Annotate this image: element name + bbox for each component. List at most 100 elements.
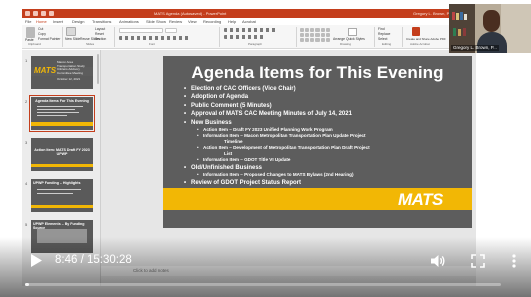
reset-button[interactable]: Reset <box>95 32 104 36</box>
webcam-book <box>458 29 461 36</box>
agenda-item: Adoption of Agenda <box>184 93 469 102</box>
tab-view[interactable]: View <box>188 18 197 25</box>
tab-recording[interactable]: Recording <box>203 18 221 25</box>
webcam-book <box>464 14 467 20</box>
current-slide[interactable]: Agenda Items for This Evening Election o… <box>163 56 472 228</box>
webcam-book <box>452 12 455 20</box>
tab-help[interactable]: Help <box>228 18 236 25</box>
thumbnail-title: UPWP Funding – Highlights <box>33 181 81 185</box>
more-options-icon[interactable] <box>509 253 519 269</box>
arrange-button[interactable]: Arrange <box>333 37 345 41</box>
copy-button[interactable]: Copy <box>38 32 46 36</box>
tab-review[interactable]: Review <box>169 18 182 25</box>
agenda-sub-item: Information Item – Proposed Changes to M… <box>184 172 469 178</box>
tab-file[interactable]: File <box>25 18 31 25</box>
ribbon-divider <box>114 27 115 47</box>
new-slide-icon[interactable] <box>66 27 76 36</box>
alignment-buttons[interactable] <box>224 35 264 39</box>
thumbnail-number: 2 <box>25 99 28 104</box>
group-label-adobe-acrobat: Adobe Acrobat <box>410 42 430 46</box>
slide-title: Agenda Items for This Evening <box>191 63 444 82</box>
tab-animations[interactable]: Animations <box>119 18 139 25</box>
autosave-icon[interactable] <box>25 11 30 16</box>
agenda-item: Approval of MATS CAC Meeting Minutes of … <box>184 110 469 119</box>
group-label-paragraph: Paragraph <box>248 42 263 46</box>
time-display: 8:46 / 15:30:28 <box>55 252 132 268</box>
thumbnail-band <box>31 122 93 126</box>
group-label-editing: Editing <box>382 42 392 46</box>
font-format-buttons[interactable] <box>119 36 189 40</box>
thumbnail-title: Macon Area Transportation Study Citizens… <box>57 60 85 75</box>
ribbon-divider <box>62 27 63 47</box>
thumbnail-logo: MATS <box>34 66 57 75</box>
cut-button[interactable]: Cut <box>38 27 43 31</box>
agenda-list: Election of CAC Officers (Vice Chair)Ado… <box>184 85 469 188</box>
tab-acrobat[interactable]: Acrobat <box>242 18 256 25</box>
save-icon[interactable] <box>33 11 38 16</box>
create-share-pdf-button[interactable]: Create and Share Adobe PDF <box>406 37 446 41</box>
thumbnail-number: 3 <box>25 140 28 145</box>
thumbnail-date: October 12, 2021 <box>57 77 81 81</box>
webcam-overlay: Gregory L. Brown, P... <box>449 4 531 53</box>
ribbon-divider <box>374 27 375 47</box>
redo-icon[interactable] <box>49 11 54 16</box>
format-painter-button[interactable]: Format Painter <box>38 37 60 41</box>
find-button[interactable]: Find <box>378 27 385 31</box>
thumbnail-text-line <box>37 189 81 190</box>
ribbon: Paste Cut Copy Format Painter Clipboard … <box>22 25 476 49</box>
webcam-book <box>463 28 466 36</box>
thumbnail-text-line <box>37 112 79 113</box>
thumbnail-text-line <box>37 109 75 110</box>
webcam-book <box>453 28 456 36</box>
thumbnail-scrollbar[interactable] <box>97 54 99 84</box>
progress-fill <box>25 283 30 286</box>
adobe-pdf-icon[interactable] <box>412 27 420 36</box>
progress-bar[interactable] <box>25 283 501 286</box>
font-name-box[interactable] <box>119 28 163 33</box>
paragraph-buttons[interactable] <box>224 28 276 32</box>
thumbnail-title: Action Item: MATS Draft FY 2023 UPWP <box>34 148 90 156</box>
agenda-item: Old/Unfinished Business <box>184 164 469 173</box>
shapes-gallery[interactable] <box>300 28 330 42</box>
section-button[interactable]: Section <box>95 37 106 41</box>
agenda-item: Election of CAC Officers (Vice Chair) <box>184 85 469 94</box>
ribbon-tabs: File Home Insert Design Transitions Anim… <box>22 18 476 26</box>
quick-styles-icon[interactable] <box>348 28 357 36</box>
undo-icon[interactable] <box>41 11 46 16</box>
slide-thumbnail[interactable]: Action Item: MATS Draft FY 2023 UPWP <box>31 138 93 171</box>
agenda-item: New Business <box>184 119 469 128</box>
tab-insert[interactable]: Insert <box>53 18 63 25</box>
ribbon-divider <box>296 27 297 47</box>
select-button[interactable]: Select <box>378 37 387 41</box>
thumbnail-number: 4 <box>25 181 28 186</box>
window-title: MATS Agenda (Autosaved) - PowerPoint <box>154 11 227 16</box>
paste-icon[interactable] <box>26 27 35 38</box>
total-duration: 15:30:28 <box>86 254 132 266</box>
tab-slide-show[interactable]: Slide Show <box>146 18 166 25</box>
replace-button[interactable]: Replace <box>378 32 390 36</box>
mats-logo: MATS <box>398 190 443 209</box>
slide-thumbnail-selected[interactable]: Agenda Items For This Evening <box>29 95 95 132</box>
new-slide-button[interactable]: New Slide <box>65 37 80 41</box>
agenda-sub-item: Information Item – GDOT Title VI Update <box>184 157 469 163</box>
current-time: 8:46 <box>55 254 78 266</box>
play-icon[interactable] <box>30 254 42 267</box>
volume-icon[interactable] <box>430 253 446 269</box>
agenda-item: Public Comment (5 Minutes) <box>184 102 469 111</box>
group-label-clipboard: Clipboard <box>28 42 41 46</box>
tab-transitions[interactable]: Transitions <box>92 18 111 25</box>
ribbon-divider <box>402 27 403 47</box>
slide-thumbnail[interactable]: UPWP Funding – Highlights <box>31 179 93 212</box>
ribbon-divider <box>219 27 220 47</box>
quick-styles-button[interactable]: Quick Styles <box>346 37 365 41</box>
slide-thumbnail[interactable]: MATS Macon Area Transportation Study Cit… <box>31 56 93 89</box>
font-size-box[interactable] <box>165 28 177 33</box>
tab-design[interactable]: Design <box>72 18 84 25</box>
fullscreen-icon[interactable] <box>470 253 486 269</box>
thumbnail-number: 5 <box>25 222 28 227</box>
thumbnail-band <box>31 205 93 208</box>
account-name[interactable]: Gregory L. Brown, P... <box>413 9 452 18</box>
time-separator: / <box>77 254 87 266</box>
layout-button[interactable]: Layout <box>95 27 105 31</box>
group-label-slides: Slides <box>86 42 95 46</box>
